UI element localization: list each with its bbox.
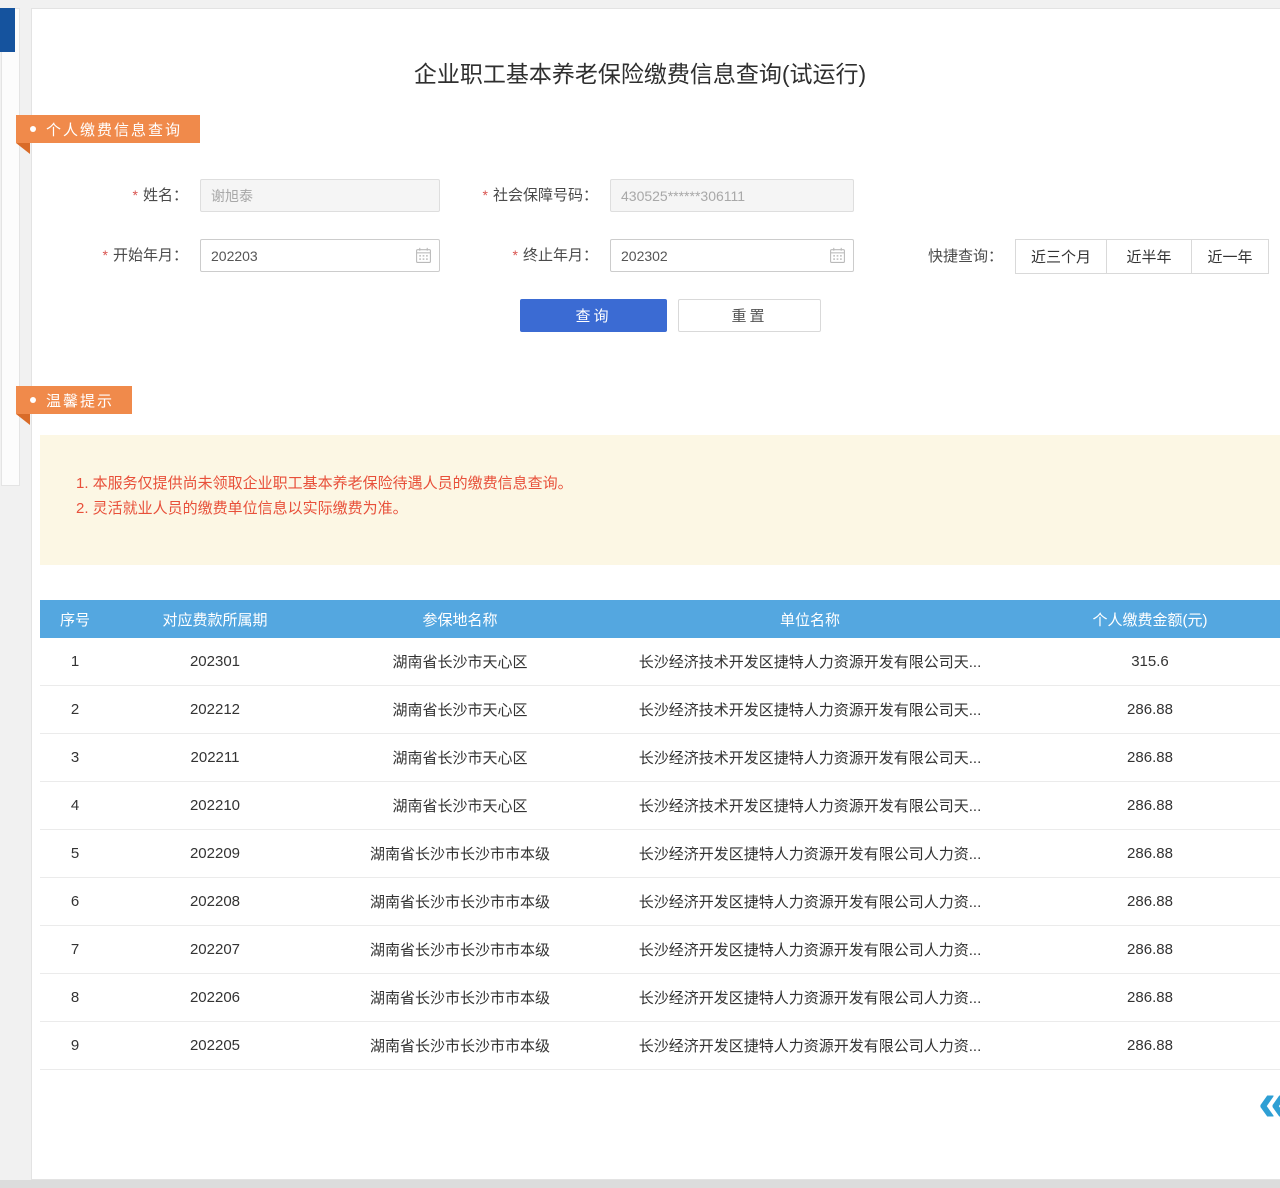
badge-bullet-icon (30, 126, 36, 132)
table-row: 2 202212 湖南省长沙市天心区 长沙经济技术开发区捷特人力资源开发有限公司… (40, 686, 1280, 734)
start-month-input[interactable] (200, 239, 440, 272)
cell-seq: 1 (40, 653, 110, 670)
table-row: 5 202209 湖南省长沙市长沙市市本级 长沙经济开发区捷特人力资源开发有限公… (40, 830, 1280, 878)
quick-range-half-year-button[interactable]: 近半年 (1106, 239, 1192, 274)
notice-line: 2. 灵活就业人员的缴费单位信息以实际缴费为准。 (76, 496, 1260, 521)
required-asterisk: * (103, 247, 108, 263)
cell-company: 长沙经济开发区捷特人力资源开发有限公司人力资... (600, 1035, 1020, 1056)
cell-amount: 286.88 (1020, 989, 1280, 1006)
quick-range-one-year-button[interactable]: 近一年 (1191, 239, 1269, 274)
notice-box: 1. 本服务仅提供尚未领取企业职工基本养老保险待遇人员的缴费信息查询。 2. 灵… (40, 435, 1280, 565)
cell-company: 长沙经济技术开发区捷特人力资源开发有限公司天... (600, 651, 1020, 672)
cell-period: 202301 (110, 653, 320, 670)
start-month-field-wrap (200, 239, 440, 272)
end-month-label: *终止年月： (470, 239, 598, 272)
cell-company: 长沙经济技术开发区捷特人力资源开发有限公司天... (600, 747, 1020, 768)
cell-place: 湖南省长沙市长沙市市本级 (320, 843, 600, 864)
badge-bullet-icon (30, 397, 36, 403)
cell-company: 长沙经济技术开发区捷特人力资源开发有限公司天... (600, 699, 1020, 720)
cell-period: 202211 (110, 749, 320, 766)
ssn-input[interactable] (610, 179, 854, 212)
cell-company: 长沙经济技术开发区捷特人力资源开发有限公司天... (600, 795, 1020, 816)
cell-place: 湖南省长沙市长沙市市本级 (320, 1035, 600, 1056)
section-badge-tips-label: 温馨提示 (46, 390, 114, 411)
cell-period: 202210 (110, 797, 320, 814)
calendar-icon[interactable] (415, 247, 432, 264)
cell-seq: 9 (40, 1037, 110, 1054)
cell-amount: 286.88 (1020, 941, 1280, 958)
cell-company: 长沙经济开发区捷特人力资源开发有限公司人力资... (600, 843, 1020, 864)
cell-amount: 286.88 (1020, 749, 1280, 766)
cell-place: 湖南省长沙市长沙市市本级 (320, 987, 600, 1008)
table-row: 9 202205 湖南省长沙市长沙市市本级 长沙经济开发区捷特人力资源开发有限公… (40, 1022, 1280, 1070)
collapse-chevron-icon[interactable]: « (1258, 1075, 1280, 1129)
start-month-label: *开始年月： (60, 239, 188, 272)
quick-range-3-months-button[interactable]: 近三个月 (1015, 239, 1107, 274)
table-row: 1 202301 湖南省长沙市天心区 长沙经济技术开发区捷特人力资源开发有限公司… (40, 638, 1280, 686)
required-asterisk: * (133, 187, 138, 203)
cell-seq: 6 (40, 893, 110, 910)
page-title: 企业职工基本养老保险缴费信息查询(试运行) (0, 55, 1280, 89)
end-month-field-wrap (610, 239, 854, 272)
cell-period: 202208 (110, 893, 320, 910)
table-row: 3 202211 湖南省长沙市天心区 长沙经济技术开发区捷特人力资源开发有限公司… (40, 734, 1280, 782)
cell-period: 202209 (110, 845, 320, 862)
cell-amount: 286.88 (1020, 1037, 1280, 1054)
table-header-row: 序号 对应费款所属期 参保地名称 单位名称 个人缴费金额(元) (40, 600, 1280, 638)
results-table: 序号 对应费款所属期 参保地名称 单位名称 个人缴费金额(元) 1 202301… (40, 600, 1280, 1070)
cell-amount: 286.88 (1020, 893, 1280, 910)
cell-seq: 5 (40, 845, 110, 862)
header-period: 对应费款所属期 (110, 609, 320, 630)
header-seq: 序号 (40, 609, 110, 630)
table-row: 8 202206 湖南省长沙市长沙市市本级 长沙经济开发区捷特人力资源开发有限公… (40, 974, 1280, 1022)
cell-seq: 2 (40, 701, 110, 718)
header-amount: 个人缴费金额(元) (1020, 609, 1280, 630)
required-asterisk: * (513, 247, 518, 263)
reset-button[interactable]: 重置 (678, 299, 821, 332)
brand-tab (0, 8, 15, 52)
cell-place: 湖南省长沙市长沙市市本级 (320, 891, 600, 912)
cell-company: 长沙经济开发区捷特人力资源开发有限公司人力资... (600, 891, 1020, 912)
section-badge-tips: 温馨提示 (16, 386, 132, 414)
cell-amount: 286.88 (1020, 701, 1280, 718)
table-row: 6 202208 湖南省长沙市长沙市市本级 长沙经济开发区捷特人力资源开发有限公… (40, 878, 1280, 926)
header-company: 单位名称 (600, 609, 1020, 630)
cell-place: 湖南省长沙市长沙市市本级 (320, 939, 600, 960)
section-badge-query-label: 个人缴费信息查询 (46, 119, 182, 140)
name-field-wrap (200, 179, 440, 212)
quick-query-label: 快捷查询： (928, 239, 1003, 274)
table-row: 7 202207 湖南省长沙市长沙市市本级 长沙经济开发区捷特人力资源开发有限公… (40, 926, 1280, 974)
cell-amount: 286.88 (1020, 797, 1280, 814)
calendar-icon[interactable] (829, 247, 846, 264)
cell-place: 湖南省长沙市天心区 (320, 699, 600, 720)
cell-period: 202212 (110, 701, 320, 718)
cell-seq: 8 (40, 989, 110, 1006)
cell-seq: 3 (40, 749, 110, 766)
header-place: 参保地名称 (320, 609, 600, 630)
cell-seq: 7 (40, 941, 110, 958)
cell-place: 湖南省长沙市天心区 (320, 795, 600, 816)
cell-company: 长沙经济开发区捷特人力资源开发有限公司人力资... (600, 939, 1020, 960)
cell-period: 202207 (110, 941, 320, 958)
cell-company: 长沙经济开发区捷特人力资源开发有限公司人力资... (600, 987, 1020, 1008)
cell-place: 湖南省长沙市天心区 (320, 747, 600, 768)
ssn-field-wrap (610, 179, 854, 212)
end-month-input[interactable] (610, 239, 854, 272)
cell-amount: 315.6 (1020, 653, 1280, 670)
name-input[interactable] (200, 179, 440, 212)
cell-place: 湖南省长沙市天心区 (320, 651, 600, 672)
query-button[interactable]: 查询 (520, 299, 667, 332)
cell-period: 202206 (110, 989, 320, 1006)
table-row: 4 202210 湖南省长沙市天心区 长沙经济技术开发区捷特人力资源开发有限公司… (40, 782, 1280, 830)
ssn-label: *社会保障号码： (440, 179, 598, 212)
required-asterisk: * (483, 187, 488, 203)
notice-line: 1. 本服务仅提供尚未领取企业职工基本养老保险待遇人员的缴费信息查询。 (76, 471, 1260, 496)
section-badge-query: 个人缴费信息查询 (16, 115, 200, 143)
name-label: *姓名： (60, 179, 188, 212)
cell-seq: 4 (40, 797, 110, 814)
bottom-strip (0, 1180, 1280, 1188)
cell-period: 202205 (110, 1037, 320, 1054)
cell-amount: 286.88 (1020, 845, 1280, 862)
quick-query-group: 近三个月 近半年 近一年 (1015, 239, 1269, 274)
